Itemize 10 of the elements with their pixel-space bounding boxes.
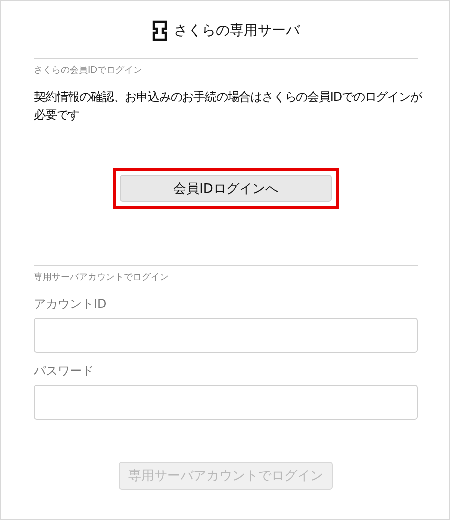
field-label: アカウントID [34,296,108,312]
input-field[interactable] [34,385,418,420]
input-field[interactable] [34,318,418,353]
section-heading: 専用サーバアカウントでログイン [34,272,170,284]
section-heading: さくらの会員IDでログイン [34,64,144,77]
field-label: パスワード [34,363,95,379]
member-login-button[interactable]: 会員IDログインへ [120,175,332,202]
logo-text: さくらの専用サーバ [174,22,300,40]
description-text: 契約情報の確認、お申込みのお手続の場合はさくらの会員IDでのログインが必要です [34,89,423,124]
logo-icon [152,20,168,42]
